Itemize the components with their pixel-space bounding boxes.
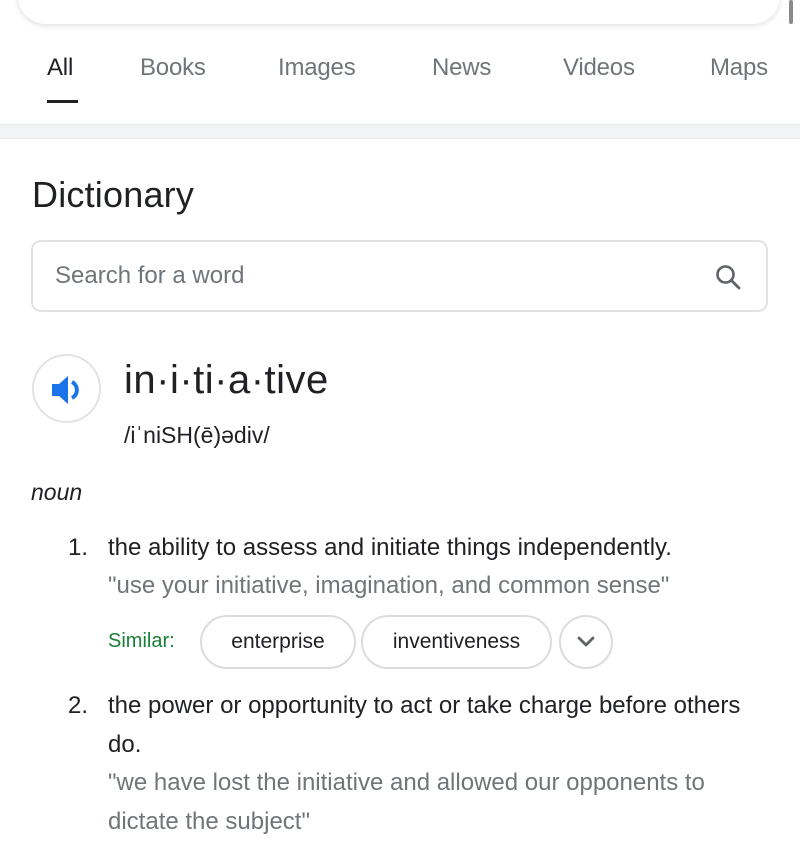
tab-news[interactable]: News bbox=[432, 54, 491, 82]
tab-images[interactable]: Images bbox=[278, 54, 356, 82]
section-divider bbox=[0, 124, 800, 139]
tab-all[interactable]: All bbox=[47, 54, 73, 82]
headword: in·i·ti·a·tive bbox=[124, 358, 329, 402]
sense-number: 1. bbox=[68, 534, 89, 561]
pronunciation-button[interactable] bbox=[32, 354, 101, 423]
sense-definition: the power or opportunity to act or take … bbox=[108, 692, 741, 758]
similar-chip[interactable]: inventiveness bbox=[361, 615, 552, 669]
search-tabs: All Books Images News Videos Maps bbox=[0, 54, 800, 88]
sense-definition: the ability to assess and initiate thing… bbox=[108, 534, 672, 561]
expand-similar-button[interactable] bbox=[559, 615, 613, 669]
similar-chip[interactable]: enterprise bbox=[200, 615, 356, 669]
dictionary-title: Dictionary bbox=[32, 174, 195, 215]
active-tab-indicator bbox=[47, 100, 78, 103]
tab-maps[interactable]: Maps bbox=[710, 54, 768, 82]
scrollbar[interactable] bbox=[789, 0, 793, 24]
sense-example: "we have lost the initiative and allowed… bbox=[108, 769, 705, 835]
similar-label: Similar: bbox=[108, 630, 175, 652]
sense-example: "use your initiative, imagination, and c… bbox=[108, 572, 670, 599]
chevron-down-icon bbox=[577, 636, 595, 647]
word-search-input[interactable] bbox=[55, 242, 695, 310]
sense-number: 2. bbox=[68, 692, 89, 719]
part-of-speech: noun bbox=[31, 479, 83, 505]
speaker-icon bbox=[52, 376, 79, 404]
tab-books[interactable]: Books bbox=[140, 54, 206, 82]
phonetic-spelling: /iˈniSH(ē)ədiv/ bbox=[124, 422, 270, 448]
tab-videos[interactable]: Videos bbox=[563, 54, 635, 82]
search-icon[interactable] bbox=[714, 263, 742, 291]
search-bar-card[interactable] bbox=[18, 0, 780, 24]
word-search-box bbox=[31, 240, 768, 312]
